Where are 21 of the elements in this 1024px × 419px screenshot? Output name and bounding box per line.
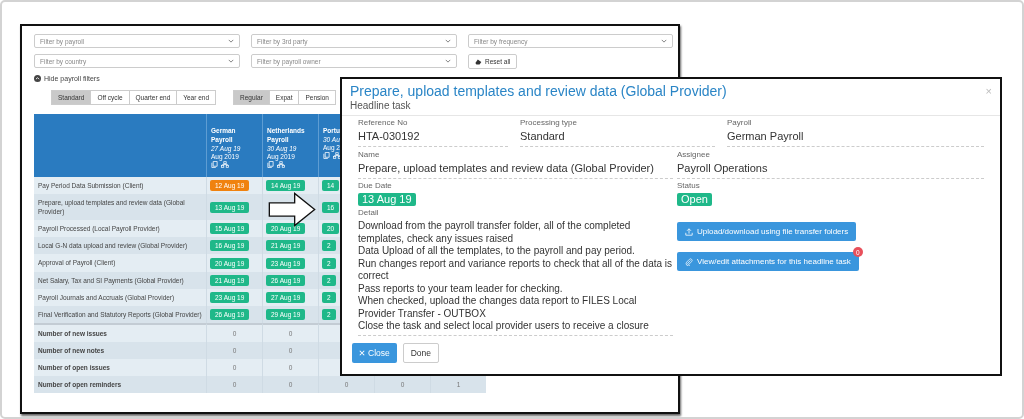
field-label: Due Date <box>358 181 393 191</box>
action-button[interactable]: Upload/download using file transfer folders <box>677 222 857 241</box>
field-label: Name <box>358 150 381 160</box>
field-label: Detail <box>358 208 380 218</box>
detail-field[interactable]: Download from the payroll transfer folder, all of the completed templates, check any issues raised Data Upload of all the templates, to the payroll and pay period. Run changes report and variance reports to check that all of the data is correct Pass reports to your team leader for checking. When checked, upload the changes data report to FILES Local Provider Transfer - OUTBOX Close the task and select local provider users to receive a closure <box>358 220 673 336</box>
field-label: Assignee <box>677 150 711 160</box>
field-value: Payroll Operations <box>677 162 984 179</box>
close-button[interactable]: Close <box>352 342 397 363</box>
status-badge: Open <box>677 193 712 206</box>
field-value: German Payroll <box>727 130 984 147</box>
field-label: Payroll <box>727 118 753 128</box>
due-date-badge: 13 Aug 19 <box>358 193 416 206</box>
field-value: HTA-030192 <box>358 130 508 147</box>
dialog-title: Prepare, upload templates and review data (Global Provider) <box>350 83 727 99</box>
dialog-subtitle: Headline task <box>350 100 412 111</box>
field-label: Status <box>677 181 701 191</box>
field-value: Prepare, upload templates and review data (Global Provider) <box>358 162 673 179</box>
field-value: Standard <box>520 130 715 147</box>
field-label: Reference No <box>358 118 409 128</box>
done-button[interactable]: Done <box>402 342 440 363</box>
field-label: Processing type <box>520 118 578 128</box>
